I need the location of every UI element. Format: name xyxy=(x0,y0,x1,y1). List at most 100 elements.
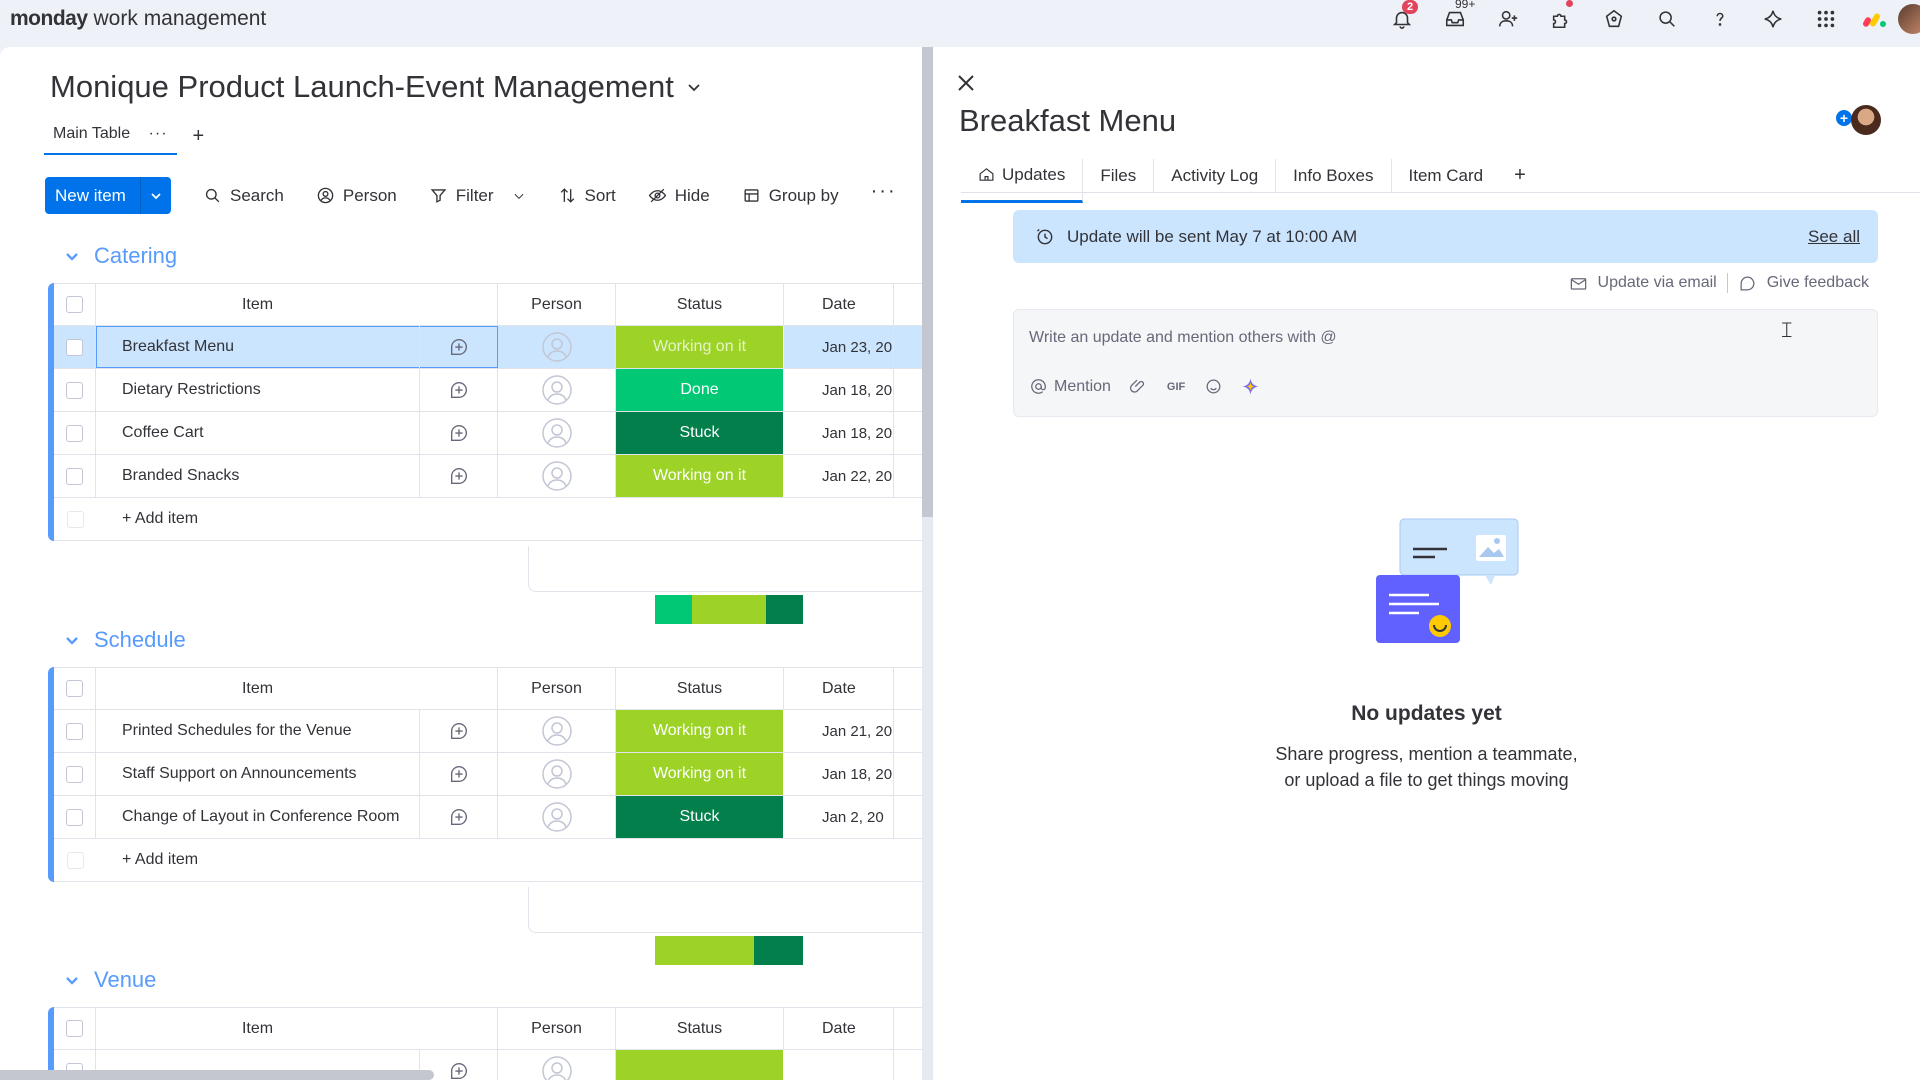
row-checkbox[interactable] xyxy=(66,338,83,356)
more-toolbar-icon[interactable]: ··· xyxy=(871,180,897,203)
chevron-down-icon[interactable] xyxy=(64,972,80,988)
row-checkbox[interactable] xyxy=(66,381,83,399)
table-row[interactable]: Change of Layout in Conference Room Stuc… xyxy=(54,796,925,839)
panel-title[interactable]: Breakfast Menu xyxy=(959,103,1176,139)
add-view-icon[interactable]: + xyxy=(193,125,205,148)
gif-button[interactable]: GIF xyxy=(1166,380,1186,394)
column-header-person[interactable]: Person xyxy=(498,284,616,325)
update-input-placeholder[interactable]: Write an update and mention others with … xyxy=(1029,329,1337,347)
select-all-checkbox[interactable] xyxy=(66,296,83,313)
select-all-checkbox[interactable] xyxy=(66,1020,83,1037)
board-title[interactable]: Monique Product Launch-Event Management xyxy=(50,69,702,105)
apps-puzzle-icon[interactable] xyxy=(1545,0,1577,35)
subscriber-avatar[interactable] xyxy=(1851,105,1881,135)
status-summary-bar[interactable] xyxy=(655,595,803,624)
row-checkbox[interactable] xyxy=(66,808,83,826)
group-by-button[interactable]: Group by xyxy=(742,186,839,206)
horizontal-scrollbar[interactable] xyxy=(0,1070,434,1080)
invite-member-icon[interactable] xyxy=(1492,3,1524,35)
new-item-button[interactable]: New item xyxy=(45,177,171,214)
add-update-button[interactable] xyxy=(419,710,497,752)
table-row[interactable]: Dietary Restrictions Done Jan 18, 20 xyxy=(54,369,925,412)
group-title[interactable]: Catering xyxy=(64,243,177,269)
row-checkbox[interactable] xyxy=(66,765,83,783)
status-summary-bar[interactable] xyxy=(655,936,803,965)
item-cell[interactable]: Change of Layout in Conference Room xyxy=(96,796,498,838)
search-button[interactable]: Search xyxy=(203,186,284,206)
add-update-button[interactable] xyxy=(419,326,497,368)
item-cell[interactable]: Coffee Cart xyxy=(96,412,498,454)
person-cell[interactable] xyxy=(498,710,616,752)
column-header-person[interactable]: Person xyxy=(498,668,616,709)
select-all-checkbox[interactable] xyxy=(66,680,83,697)
add-update-button[interactable] xyxy=(419,796,497,838)
add-update-button[interactable] xyxy=(419,753,497,795)
person-cell[interactable] xyxy=(498,455,616,497)
date-cell[interactable]: Jan 2, 20 xyxy=(784,796,894,838)
user-avatar[interactable] xyxy=(1898,4,1920,34)
person-cell[interactable] xyxy=(498,412,616,454)
date-cell[interactable]: Jan 18, 20 xyxy=(784,753,894,795)
column-header-date[interactable]: Date xyxy=(784,668,894,709)
date-cell[interactable]: Jan 18, 20 xyxy=(784,369,894,411)
brand-logo[interactable]: monday work management xyxy=(10,7,266,31)
item-cell[interactable]: Branded Snacks xyxy=(96,455,498,497)
status-cell[interactable]: Done xyxy=(616,369,784,411)
status-cell[interactable]: Working on it xyxy=(616,326,784,368)
vertical-scrollbar[interactable] xyxy=(922,47,933,517)
add-update-button[interactable] xyxy=(419,369,497,411)
column-header-date[interactable]: Date xyxy=(784,1008,894,1049)
add-update-button[interactable] xyxy=(419,412,497,454)
date-cell[interactable]: Jan 23, 20 xyxy=(784,326,894,368)
column-header-person[interactable]: Person xyxy=(498,1008,616,1049)
date-cell[interactable] xyxy=(784,1050,894,1080)
tab-updates[interactable]: Updates xyxy=(961,158,1084,203)
tab-info-boxes[interactable]: Info Boxes xyxy=(1276,159,1392,192)
app-grid-icon[interactable] xyxy=(1810,3,1842,35)
status-cell[interactable]: Working on it xyxy=(616,710,784,752)
view-tab-main-table[interactable]: Main Table ··· xyxy=(44,125,177,155)
give-feedback-link[interactable]: Give feedback xyxy=(1767,274,1869,292)
table-row[interactable]: Branded Snacks Working on it Jan 22, 20 xyxy=(54,455,925,498)
column-header-item[interactable]: Item xyxy=(96,284,498,325)
person-cell[interactable] xyxy=(498,753,616,795)
column-header-status[interactable]: Status xyxy=(616,1008,784,1049)
work-canvas-icon[interactable] xyxy=(1598,3,1630,35)
ai-sparkle-icon[interactable] xyxy=(1757,3,1789,35)
row-checkbox[interactable] xyxy=(66,722,83,740)
ai-sparkle-icon[interactable] xyxy=(1241,377,1260,396)
tab-activity-log[interactable]: Activity Log xyxy=(1154,159,1277,192)
table-row[interactable]: Coffee Cart Stuck Jan 18, 20 xyxy=(54,412,925,455)
add-update-button[interactable] xyxy=(419,455,497,497)
status-cell[interactable] xyxy=(616,1050,784,1080)
notifications-bell-icon[interactable]: 2 xyxy=(1386,0,1419,35)
item-cell[interactable]: Staff Support on Announcements xyxy=(96,753,498,795)
panel-more-icon[interactable]: ⋮ xyxy=(1915,111,1920,136)
update-via-email-link[interactable]: Update via email xyxy=(1598,274,1717,292)
item-cell[interactable]: Dietary Restrictions xyxy=(96,369,498,411)
add-tab-button[interactable]: + xyxy=(1500,164,1526,187)
chevron-down-icon[interactable] xyxy=(512,189,526,203)
item-cell[interactable]: Breakfast Menu xyxy=(96,326,498,368)
date-cell[interactable]: Jan 18, 20 xyxy=(784,412,894,454)
person-cell[interactable] xyxy=(498,796,616,838)
update-editor[interactable]: Write an update and mention others with … xyxy=(1013,309,1878,417)
column-header-item[interactable]: Item xyxy=(96,1008,498,1049)
row-checkbox[interactable] xyxy=(66,467,83,485)
close-panel-button[interactable] xyxy=(957,74,975,92)
hide-button[interactable]: Hide xyxy=(648,186,710,206)
add-item-row[interactable]: + Add item xyxy=(54,498,925,541)
item-cell[interactable]: Printed Schedules for the Venue xyxy=(96,710,498,752)
add-item-input[interactable]: + Add item xyxy=(96,851,198,869)
paperclip-icon[interactable] xyxy=(1129,377,1148,396)
add-item-input[interactable]: + Add item xyxy=(96,510,198,528)
table-row[interactable]: Printed Schedules for the Venue Working … xyxy=(54,710,925,753)
help-icon[interactable] xyxy=(1704,3,1736,35)
column-header-item[interactable]: Item xyxy=(96,668,498,709)
person-cell[interactable] xyxy=(498,1050,616,1080)
group-title[interactable]: Schedule xyxy=(64,627,186,653)
search-icon[interactable] xyxy=(1651,3,1683,35)
group-title[interactable]: Venue xyxy=(64,967,156,993)
status-cell[interactable]: Stuck xyxy=(616,796,784,838)
status-cell[interactable]: Working on it xyxy=(616,753,784,795)
